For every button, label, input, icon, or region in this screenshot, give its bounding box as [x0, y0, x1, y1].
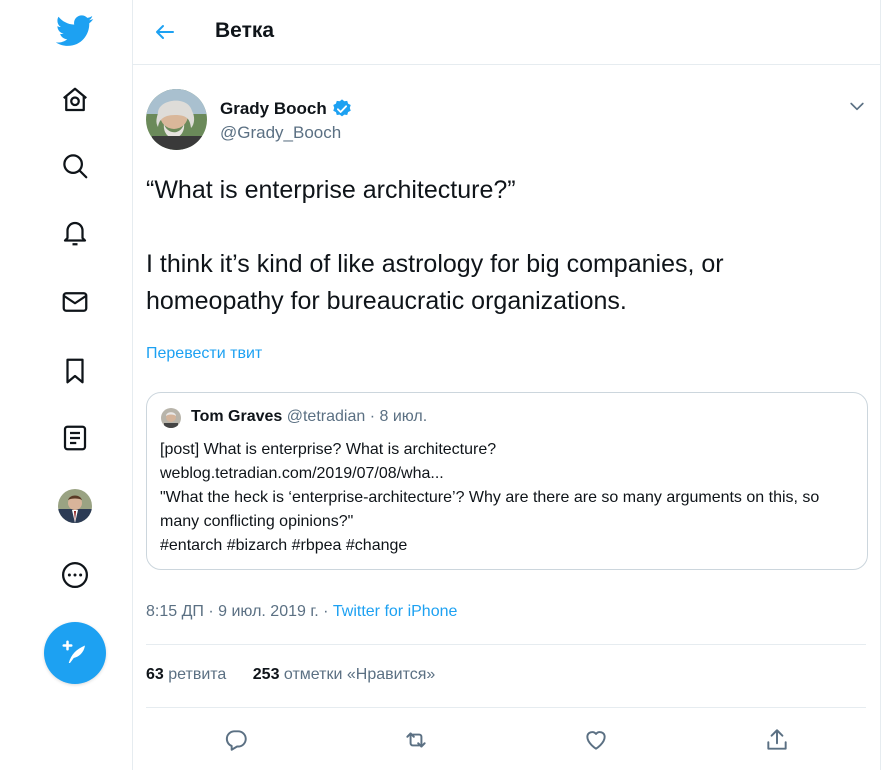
quoted-author-avatar	[161, 408, 181, 428]
share-icon	[767, 729, 787, 750]
likes-stat[interactable]: 253 отметки «Нравится»	[253, 666, 436, 683]
home-icon[interactable]	[50, 75, 100, 125]
quoted-text-line: [post] What is enterprise? What is archi…	[160, 441, 497, 458]
side-navigation	[0, 0, 132, 770]
tweet-text-line: I think it’s kind of like astrology for …	[146, 250, 724, 315]
divider	[146, 644, 866, 645]
heart-icon	[586, 731, 606, 750]
profile-avatar[interactable]	[50, 481, 100, 531]
author-name[interactable]: Grady Booch	[220, 98, 353, 120]
verified-badge-icon	[333, 99, 351, 117]
quoted-tweet-text: [post] What is enterprise? What is archi…	[160, 438, 855, 558]
quoted-text-line: "What the heck is ‘enterprise-architectu…	[160, 489, 820, 530]
main-column: Ветка Grady Booch @Grady_Booch “What is …	[132, 0, 881, 770]
compose-tweet-button[interactable]	[44, 622, 106, 684]
tweet-text: “What is enterprise architecture?” I thi…	[146, 172, 866, 320]
reply-icon	[225, 730, 247, 751]
quoted-tweet-header: Tom Graves @tetradian · 8 июл.	[191, 408, 427, 426]
tweet-timestamp[interactable]: 8:15 ДП · 9 июл. 2019 г. ·	[146, 603, 333, 620]
page-title: Ветка	[215, 19, 275, 42]
quoted-author-name: Tom Graves	[191, 408, 283, 425]
divider	[146, 707, 866, 708]
tweet-text-line: “What is enterprise architecture?”	[146, 176, 516, 204]
messages-icon[interactable]	[50, 277, 100, 327]
translate-tweet-link[interactable]: Перевести твит	[146, 345, 262, 363]
bookmarks-icon[interactable]	[50, 346, 100, 396]
tweet-actions	[133, 722, 880, 758]
author-avatar[interactable]	[146, 89, 207, 150]
reply-button[interactable]	[218, 722, 254, 758]
back-button[interactable]	[151, 18, 179, 46]
share-button[interactable]	[759, 722, 795, 758]
tweet-source-link[interactable]: Twitter for iPhone	[333, 603, 458, 620]
quoted-tweet[interactable]: Tom Graves @tetradian · 8 июл. [post] Wh…	[146, 392, 868, 570]
tweet-stats: 63 ретвита 253 отметки «Нравится»	[146, 666, 435, 684]
arrow-left-icon	[156, 25, 174, 39]
page-header: Ветка	[133, 0, 880, 65]
tweet-metadata: 8:15 ДП · 9 июл. 2019 г. · Twitter for i…	[146, 603, 457, 621]
tweet-menu-button[interactable]	[847, 96, 867, 121]
notifications-icon[interactable]	[50, 208, 100, 258]
quoted-text-link: weblog.tetradian.com/2019/07/08/wha...	[160, 465, 444, 482]
quoted-text-hashtags: #entarch #bizarch #rbpea #change	[160, 537, 408, 554]
retweet-button[interactable]	[398, 722, 434, 758]
more-icon[interactable]	[50, 550, 100, 600]
lists-icon[interactable]	[50, 413, 100, 463]
chevron-down-icon	[850, 102, 864, 111]
retweet-icon	[406, 732, 426, 748]
like-button[interactable]	[578, 722, 614, 758]
feather-plus-icon	[62, 640, 85, 663]
explore-icon[interactable]	[50, 141, 100, 191]
retweets-stat[interactable]: 63 ретвита	[146, 666, 226, 683]
author-handle[interactable]: @Grady_Booch	[220, 123, 341, 143]
twitter-logo-icon[interactable]	[50, 6, 100, 56]
quoted-author-meta: @tetradian · 8 июл.	[282, 408, 428, 425]
